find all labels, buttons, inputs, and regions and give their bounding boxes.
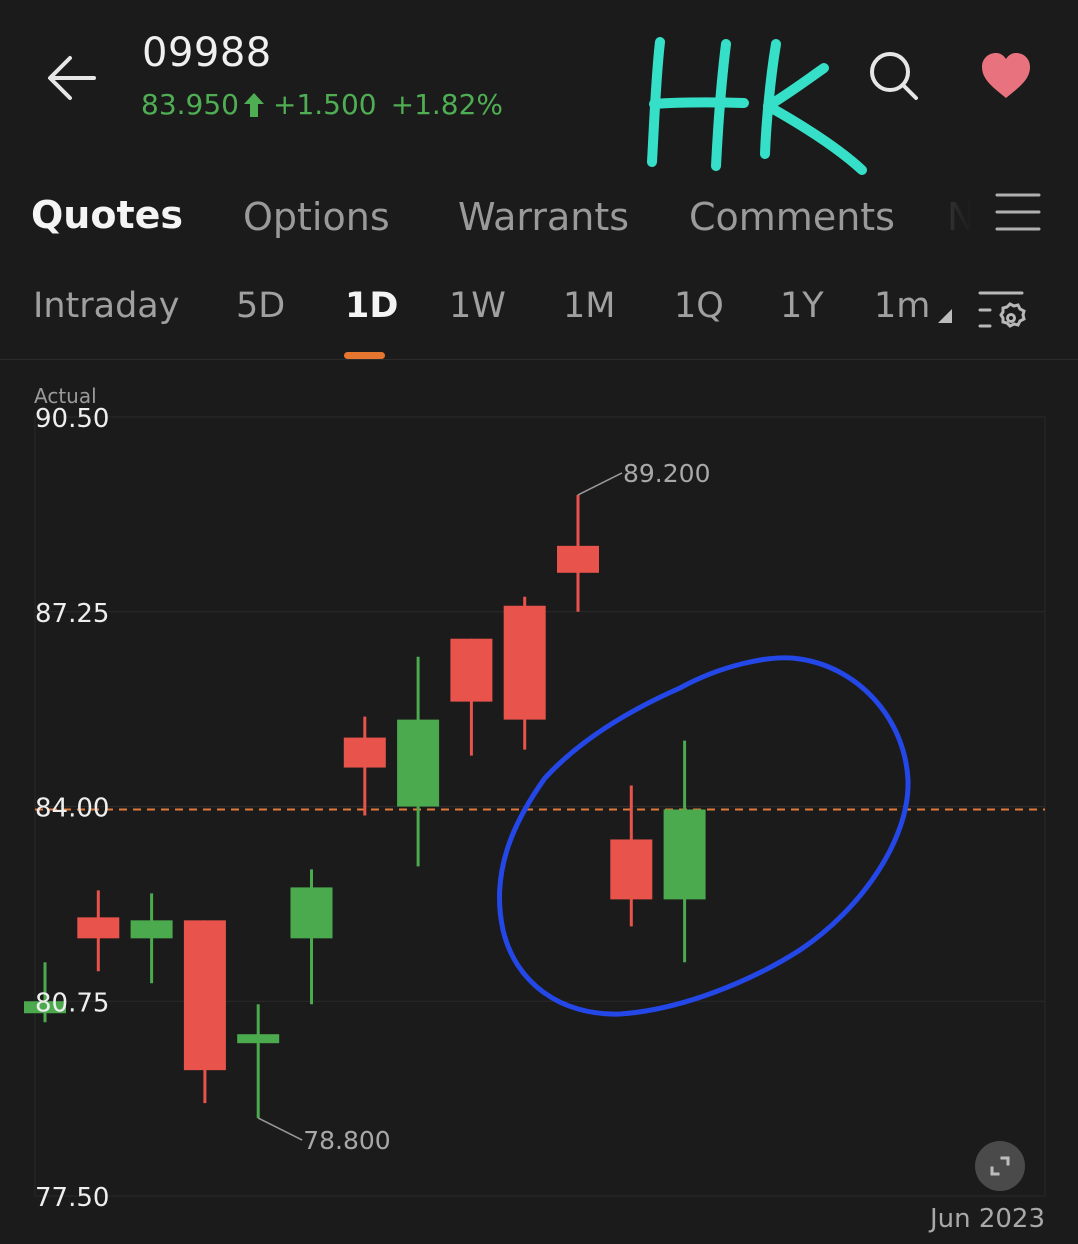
period-1y[interactable]: 1Y — [780, 286, 824, 326]
main-tab-bar: Quotes Options Warrants Comments N — [0, 185, 1078, 255]
candle-body — [450, 638, 493, 702]
hamburger-menu-icon — [995, 193, 1041, 231]
ticker-symbol: 09988 — [142, 30, 272, 76]
search-icon — [870, 52, 918, 100]
candle-up — [397, 656, 440, 867]
x-axis-month-label: Jun 2023 — [929, 1204, 1045, 1234]
tab-overflow-fade — [930, 185, 990, 255]
period-intraday[interactable]: Intraday — [33, 286, 179, 326]
tab-label: Comments — [689, 195, 895, 239]
chart-settings-icon — [978, 291, 1026, 328]
period-minute-dropdown[interactable]: 1m — [874, 286, 953, 326]
candle-up — [663, 740, 706, 963]
tab-options[interactable]: Options — [243, 195, 390, 239]
back-button[interactable] — [44, 50, 104, 106]
tab-warrants[interactable]: Warrants — [458, 195, 629, 239]
high-price-annotation: 89.200 — [623, 459, 710, 488]
price-change: +1.500 — [272, 88, 377, 121]
period-5d[interactable]: 5D — [236, 286, 285, 326]
period-1w[interactable]: 1W — [449, 286, 506, 326]
favorite-button[interactable] — [978, 50, 1034, 102]
candle-body — [397, 719, 440, 807]
y-axis-tick-label: 87.25 — [35, 599, 109, 629]
tab-label: Quotes — [31, 193, 184, 237]
handwritten-hk-annotation — [647, 37, 867, 175]
low-price-annotation: 78.800 — [303, 1126, 390, 1155]
arrow-left-icon — [48, 56, 96, 100]
candlestick-chart-panel: Actual 90.50 87.25 84.00 80.75 77.50 89.200 78… — [0, 370, 1078, 1244]
candle-body — [290, 887, 333, 939]
dropdown-caret-icon — [938, 309, 953, 323]
price-line: 83.950 +1.500 +1.82% — [141, 88, 503, 121]
expand-icon — [990, 1156, 1010, 1176]
candlestick-chart[interactable]: 90.50 87.25 84.00 80.75 77.50 89.200 78.800 — [0, 370, 1078, 1244]
candle-up — [237, 1004, 280, 1119]
price-change-percent: +1.82% — [390, 88, 504, 121]
search-button[interactable] — [866, 48, 922, 104]
candle-body — [77, 917, 120, 939]
candle-down — [183, 920, 226, 1104]
candle-body — [503, 605, 546, 720]
candle-down — [557, 494, 599, 612]
candle-down — [77, 890, 120, 972]
period-1d[interactable]: 1D — [345, 286, 398, 326]
candle-body — [237, 1034, 280, 1044]
candle-body — [130, 920, 173, 939]
period-1m[interactable]: 1M — [563, 286, 615, 326]
candle-body — [610, 839, 653, 900]
candle-body — [183, 920, 226, 1071]
period-selector: Intraday 5D 1D 1W 1M 1Q 1Y 1m — [0, 280, 1078, 360]
y-axis-tick-label: 90.50 — [35, 404, 109, 434]
candle-down — [343, 716, 386, 816]
y-axis-tick-label: 84.00 — [35, 794, 109, 824]
candle-body — [557, 545, 599, 573]
candle-down — [450, 638, 493, 756]
candle-up — [290, 869, 333, 1005]
candle-up — [130, 893, 173, 984]
candle-down — [503, 596, 546, 750]
heart-icon — [982, 53, 1030, 98]
high-annotation-leader — [577, 472, 623, 496]
tab-quotes[interactable]: Quotes — [31, 193, 184, 247]
tab-label: Options — [243, 195, 390, 239]
fullscreen-button[interactable] — [975, 1141, 1025, 1191]
candle-body — [663, 809, 706, 900]
candle-body — [343, 737, 386, 768]
quote-header: 09988 83.950 +1.500 +1.82% — [0, 0, 1078, 175]
active-period-indicator — [344, 352, 385, 359]
menu-button[interactable] — [994, 192, 1042, 232]
y-axis-tick-label: 80.75 — [35, 988, 109, 1018]
last-price: 83.950 — [141, 88, 239, 121]
period-label: 1m — [874, 286, 931, 326]
tab-label: Warrants — [458, 195, 630, 239]
arrow-up-icon — [243, 92, 264, 117]
low-annotation-leader — [257, 1117, 303, 1141]
tab-comments[interactable]: Comments — [689, 195, 895, 239]
chart-settings-button[interactable] — [976, 290, 1028, 334]
period-1q[interactable]: 1Q — [674, 286, 724, 326]
y-axis-tick-label: 77.50 — [35, 1183, 109, 1213]
